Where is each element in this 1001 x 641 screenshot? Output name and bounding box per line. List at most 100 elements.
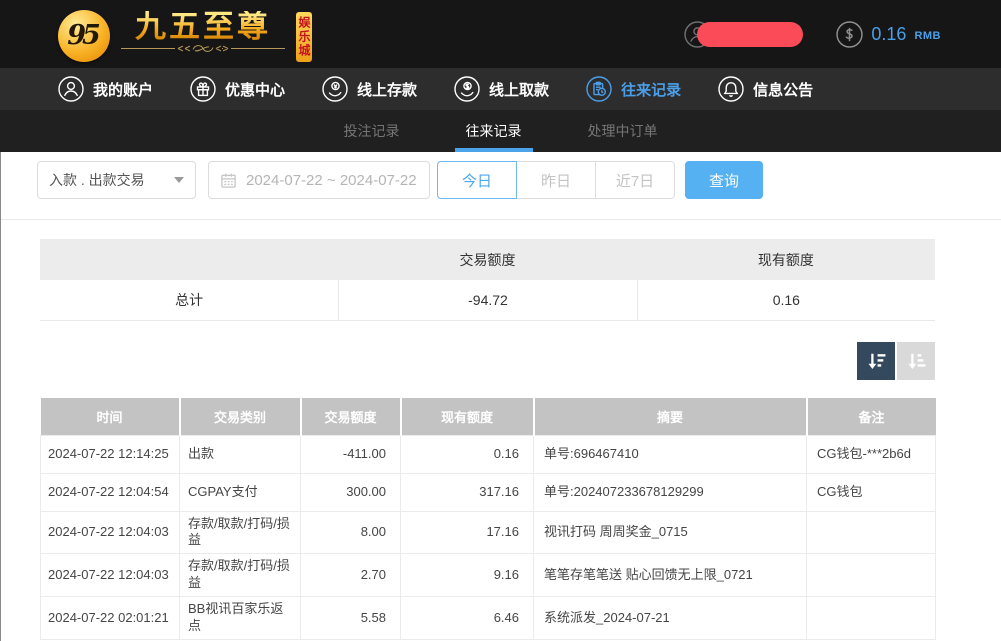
balance-display[interactable]: 0.16 RMB <box>836 21 941 48</box>
cell-time: 2024-07-22 12:04:03 <box>41 554 180 597</box>
brand-title: 九五至尊 <box>135 11 271 44</box>
sort-ascending-icon <box>906 351 927 372</box>
cell-time: 2024-07-22 02:01:21 <box>41 597 180 640</box>
table-header-row: 时间 交易类别 交易额度 现有额度 摘要 备注 <box>41 398 936 435</box>
cell-summary: 单号:202407233678129299 <box>534 473 807 511</box>
cell-summary: 笔笔存笔笔送 贴心回馈无上限_0721 <box>534 554 807 597</box>
deposit-icon <box>322 76 348 102</box>
cell-balance: 6.46 <box>401 597 534 640</box>
cell-note: CG钱包 <box>807 473 936 511</box>
summary-header-empty <box>40 239 338 280</box>
yesterday-button[interactable]: 昨日 <box>516 161 596 199</box>
header-summary: 摘要 <box>534 398 807 435</box>
cell-type: 出款 <box>180 435 301 473</box>
cell-balance: 17.16 <box>401 511 534 554</box>
cell-time: 2024-07-22 12:04:54 <box>41 473 180 511</box>
cell-amount: 5.58 <box>301 597 401 640</box>
promo-icon <box>190 76 216 102</box>
tab-pending-orders[interactable]: 处理中订单 <box>577 110 669 152</box>
table-row: 2024-07-22 12:04:03 存款/取款/打码/损益 8.00 17.… <box>41 511 936 554</box>
nav-item-promotions[interactable]: 优惠中心 <box>190 76 285 102</box>
section-divider <box>0 219 1001 220</box>
cell-type: BB视讯百家乐返点 <box>180 597 301 640</box>
today-button[interactable]: 今日 <box>437 161 517 199</box>
cell-summary: 系统派发_2024-07-21 <box>534 597 807 640</box>
username-redacted <box>697 22 803 47</box>
brand-badge: 娱乐城 <box>296 12 312 62</box>
summary-total-transaction: -94.72 <box>338 280 636 320</box>
summary-total-label: 总计 <box>40 280 338 320</box>
chevron-down-icon <box>174 177 184 183</box>
dollar-coin-icon <box>836 21 863 48</box>
nav-label: 我的账户 <box>93 79 153 100</box>
account-menu[interactable] <box>684 21 803 48</box>
header-time: 时间 <box>41 398 180 435</box>
nav-label: 往来记录 <box>621 79 681 100</box>
notice-icon <box>718 76 744 102</box>
table-row: 2024-07-22 12:14:25 出款 -411.00 0.16 单号:6… <box>41 435 936 473</box>
header-balance: 现有额度 <box>401 398 534 435</box>
brand-monogram: 95 <box>67 20 101 51</box>
flourish-decoration-icon <box>119 43 287 54</box>
date-range-value: 2024-07-22 ~ 2024-07-22 <box>246 172 417 189</box>
search-button[interactable]: 查询 <box>685 161 763 199</box>
cell-type: CGPAY支付 <box>180 473 301 511</box>
tab-betting-records[interactable]: 投注记录 <box>333 110 411 152</box>
cell-note <box>807 554 936 597</box>
cell-summary: 视讯打码 周周奖金_0715 <box>534 511 807 554</box>
top-header: 95 九五至尊 娱乐城 0.16 <box>0 0 1001 68</box>
nav-label: 优惠中心 <box>225 79 285 100</box>
sort-controls <box>40 342 935 380</box>
sort-descending-button[interactable] <box>857 342 895 380</box>
nav-item-account[interactable]: 我的账户 <box>58 76 153 102</box>
cell-balance: 0.16 <box>401 435 534 473</box>
summary-total-row: 总计 -94.72 0.16 <box>40 280 935 321</box>
balance-amount: 0.16 <box>871 24 906 45</box>
cell-note <box>807 511 936 554</box>
date-range-input[interactable]: 2024-07-22 ~ 2024-07-22 <box>208 161 430 199</box>
balance-currency: RMB <box>914 30 941 42</box>
summary-header-transaction: 交易额度 <box>338 239 636 280</box>
cell-note: CG钱包-***2b6d <box>807 435 936 473</box>
header-note: 备注 <box>807 398 936 435</box>
table-row: 2024-07-22 02:01:21 BB视讯百家乐返点 5.58 6.46 … <box>41 597 936 640</box>
table-row: 2024-07-22 12:04:03 存款/取款/打码/损益 2.70 9.1… <box>41 554 936 597</box>
cell-amount: 2.70 <box>301 554 401 597</box>
withdraw-icon <box>454 76 480 102</box>
filter-bar: 入款 . 出款交易 2024-07-22 ~ 2024-07-22 今日 昨日 … <box>37 161 1001 199</box>
brand-logo[interactable]: 95 九五至尊 娱乐城 <box>58 7 312 62</box>
sub-nav: 投注记录 往来记录 处理中订单 <box>0 110 1001 152</box>
cell-note <box>807 597 936 640</box>
cell-balance: 9.16 <box>401 554 534 597</box>
cell-amount: 300.00 <box>301 473 401 511</box>
summary-table: 交易额度 现有额度 总计 -94.72 0.16 <box>40 239 935 321</box>
nav-label: 线上取款 <box>489 79 549 100</box>
brand-logo-icon: 95 <box>58 10 110 62</box>
cell-type: 存款/取款/打码/损益 <box>180 511 301 554</box>
main-nav: 我的账户 优惠中心 线上存款 线上取款 <box>0 68 1001 110</box>
table-row: 2024-07-22 12:04:54 CGPAY支付 300.00 317.1… <box>41 473 936 511</box>
transaction-type-select[interactable]: 入款 . 出款交易 <box>37 161 196 199</box>
summary-total-balance: 0.16 <box>637 280 935 320</box>
quick-range-group: 今日 昨日 近7日 <box>437 161 675 199</box>
account-icon <box>58 76 84 102</box>
nav-item-deposit[interactable]: 线上存款 <box>322 76 417 102</box>
summary-header-balance: 现有额度 <box>637 239 935 280</box>
cell-amount: -411.00 <box>301 435 401 473</box>
header-type: 交易类别 <box>180 398 301 435</box>
sort-descending-icon <box>866 351 887 372</box>
nav-item-withdraw[interactable]: 线上取款 <box>454 76 549 102</box>
calendar-icon <box>220 172 237 189</box>
cell-type: 存款/取款/打码/损益 <box>180 554 301 597</box>
last7days-button[interactable]: 近7日 <box>595 161 675 199</box>
cell-amount: 8.00 <box>301 511 401 554</box>
tab-transaction-records[interactable]: 往来记录 <box>455 110 533 152</box>
cell-time: 2024-07-22 12:14:25 <box>41 435 180 473</box>
transactions-table: 时间 交易类别 交易额度 现有额度 摘要 备注 2024-07-22 12:14… <box>40 398 936 640</box>
cell-time: 2024-07-22 12:04:03 <box>41 511 180 554</box>
header-amount: 交易额度 <box>301 398 401 435</box>
sort-ascending-button[interactable] <box>897 342 935 380</box>
nav-label: 线上存款 <box>357 79 417 100</box>
nav-item-announcements[interactable]: 信息公告 <box>718 76 813 102</box>
nav-item-records[interactable]: 往来记录 <box>586 76 681 102</box>
